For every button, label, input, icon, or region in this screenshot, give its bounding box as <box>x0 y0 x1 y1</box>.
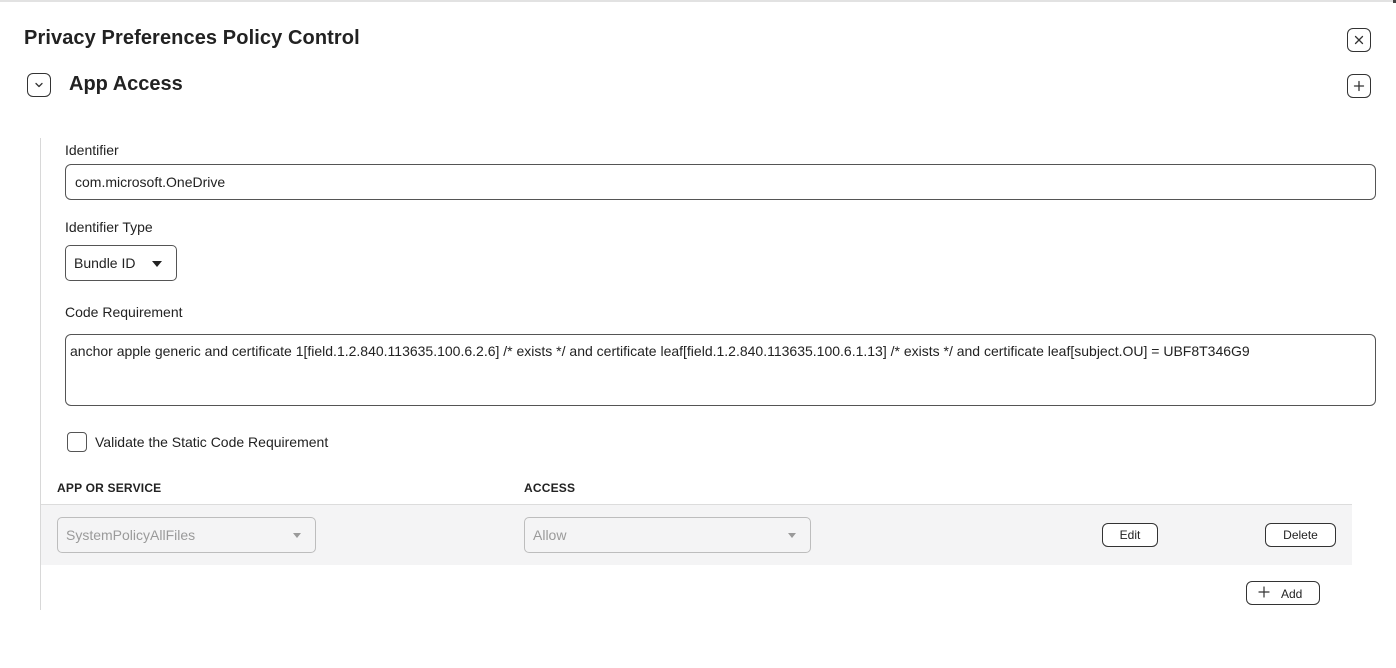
collapse-section-button[interactable] <box>27 73 51 97</box>
app-or-service-value: SystemPolicyAllFiles <box>66 527 196 543</box>
caret-down-icon <box>152 261 162 267</box>
delete-button[interactable]: Delete <box>1265 523 1336 547</box>
caret-down-icon <box>788 533 796 538</box>
table-row: SystemPolicyAllFiles Allow Edit Delete <box>41 505 1352 565</box>
validate-static-code-checkbox[interactable] <box>67 432 87 452</box>
identifier-type-label: Identifier Type <box>65 219 153 235</box>
plus-icon <box>1258 586 1270 598</box>
column-header-access: ACCESS <box>524 481 576 495</box>
plus-icon <box>1353 80 1365 92</box>
identifier-input[interactable]: com.microsoft.OneDrive <box>65 164 1376 200</box>
column-header-app-or-service: APP OR SERVICE <box>57 481 162 495</box>
add-row-label: Add <box>1281 587 1303 601</box>
identifier-type-value: Bundle ID <box>74 255 136 271</box>
chevron-down-icon <box>35 82 43 88</box>
validate-static-code-label: Validate the Static Code Requirement <box>95 434 329 450</box>
section-title: App Access <box>69 73 183 95</box>
code-requirement-label: Code Requirement <box>65 304 183 320</box>
app-or-service-select[interactable]: SystemPolicyAllFiles <box>57 517 316 553</box>
page-title: Privacy Preferences Policy Control <box>24 27 360 49</box>
close-button[interactable] <box>1347 28 1371 52</box>
code-requirement-textarea[interactable]: anchor apple generic and certificate 1[f… <box>65 334 1376 406</box>
identifier-label: Identifier <box>65 142 119 158</box>
top-divider <box>0 0 1396 2</box>
identifier-type-select[interactable]: Bundle ID <box>65 245 177 281</box>
access-select[interactable]: Allow <box>524 517 811 553</box>
edit-button[interactable]: Edit <box>1102 523 1158 547</box>
add-section-button[interactable] <box>1347 74 1371 98</box>
access-value: Allow <box>533 527 567 543</box>
add-row-button[interactable]: Add <box>1246 581 1320 605</box>
caret-down-icon <box>293 533 301 538</box>
close-icon <box>1354 35 1364 45</box>
